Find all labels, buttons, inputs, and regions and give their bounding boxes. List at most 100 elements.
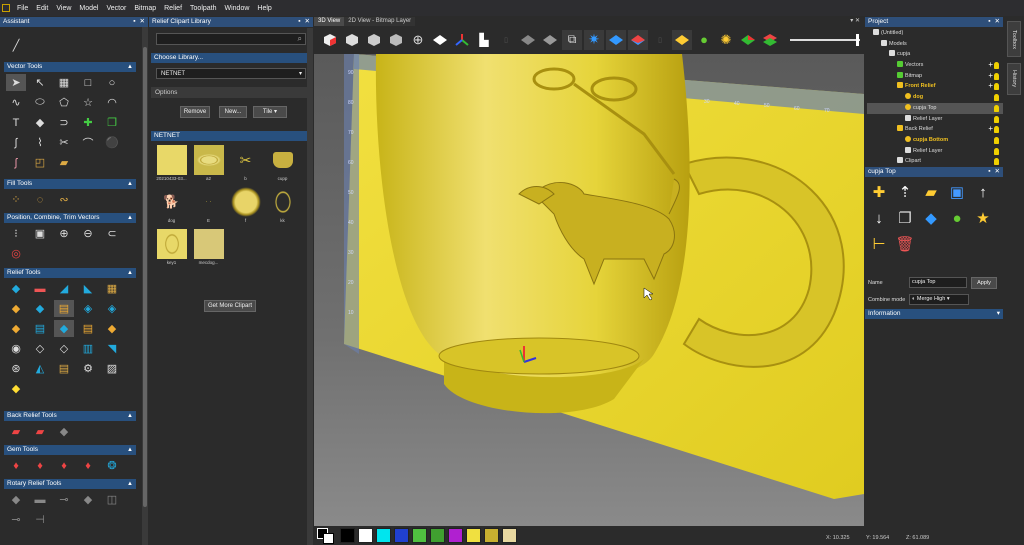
blue-star-icon[interactable]: ✷ <box>584 29 604 50</box>
section-position-combine[interactable]: Position, Combine, Trim Vectors ▲ <box>4 213 136 223</box>
view-top-icon[interactable] <box>342 30 362 50</box>
clipart-item[interactable]: key1 <box>155 229 188 269</box>
extrude-icon[interactable]: ◢ <box>54 280 74 297</box>
layers-icon[interactable]: ❐ <box>102 114 122 131</box>
trim-icon[interactable]: ⊂ <box>102 225 122 242</box>
color-swatch[interactable] <box>394 528 409 543</box>
polygon-icon[interactable]: ⬠ <box>54 94 74 111</box>
target-icon[interactable]: ◎ <box>6 245 26 262</box>
red-blue-relief-icon[interactable] <box>628 29 648 50</box>
two-rail-icon[interactable]: ◣ <box>78 280 98 297</box>
weld-icon[interactable]: ⊕ <box>54 225 74 242</box>
clipart-item[interactable]: ✂ b <box>229 145 262 185</box>
new-button[interactable]: New... <box>219 106 247 118</box>
visibility-bulb-icon[interactable] <box>994 147 999 155</box>
back-relief-c-icon[interactable]: ◆ <box>54 423 74 440</box>
tab-history[interactable]: History <box>1007 63 1021 95</box>
color-swatch[interactable] <box>340 528 355 543</box>
color-swatch[interactable] <box>466 528 481 543</box>
layered-relief-icon[interactable] <box>760 30 780 50</box>
choose-library-header[interactable]: Choose Library... <box>151 53 309 63</box>
add-icon[interactable]: + <box>988 124 993 135</box>
tree-item[interactable]: cupja Bottom <box>867 135 1003 146</box>
relief-add-icon[interactable]: ◆ <box>30 300 50 317</box>
zoom-slider[interactable] <box>790 30 862 50</box>
text-icon[interactable]: T <box>6 114 26 131</box>
spiral-icon[interactable]: ʃ <box>6 154 26 171</box>
clipart-item[interactable]: cupp <box>266 145 299 185</box>
section-relief-tools[interactable]: Relief Tools ▲ <box>4 268 136 278</box>
relief-weave-icon[interactable]: ▨ <box>102 360 122 377</box>
tree-item[interactable]: Back Relief + <box>867 124 1003 135</box>
gem-c-icon[interactable]: ♦ <box>54 457 74 474</box>
color-swatch[interactable] <box>448 528 463 543</box>
close-icon[interactable]: ✕ <box>995 17 1000 27</box>
relief-clipart-icon[interactable]: ▤ <box>54 300 74 317</box>
3d-canvas[interactable]: 10 20 30 40 50 60 70 90 80 70 60 50 40 3… <box>314 54 864 526</box>
arc-icon[interactable]: ◠ <box>102 94 122 111</box>
menu-edit[interactable]: Edit <box>32 5 52 12</box>
section-fill-tools[interactable]: Fill Tools ▲ <box>4 179 136 189</box>
tab-toolbox[interactable]: Toolbox <box>1007 21 1021 57</box>
pin-icon[interactable]: ▪ <box>988 167 990 177</box>
vector-from-bitmap-icon[interactable]: ◆ <box>30 114 50 131</box>
shape-editor-icon[interactable]: ◆ <box>6 280 26 297</box>
arrow-down-icon[interactable]: ↓ <box>869 208 889 228</box>
tree-item[interactable]: (Untitled) <box>867 28 1003 39</box>
close-view-icon[interactable]: ▾ ✕ <box>846 17 864 26</box>
eraser-icon[interactable]: ▬ <box>30 280 50 297</box>
open-folder-icon[interactable]: ▰ <box>921 182 941 202</box>
rotary-d-icon[interactable]: ◆ <box>78 491 98 508</box>
relief-spin-icon[interactable]: ◇ <box>54 340 74 357</box>
menu-bitmap[interactable]: Bitmap <box>130 5 160 12</box>
menu-vector[interactable]: Vector <box>102 5 130 12</box>
gold-relief-icon[interactable] <box>672 29 692 50</box>
clipart-item[interactable]: 🐕 dog <box>155 187 188 227</box>
relief-gear-icon[interactable]: ⚙ <box>78 360 98 377</box>
color-swatch[interactable] <box>430 528 445 543</box>
visibility-bulb-icon[interactable] <box>994 72 999 80</box>
relief-wrap-icon[interactable]: ◇ <box>30 340 50 357</box>
tree-item[interactable]: Relief Layer <box>867 114 1003 125</box>
tree-item[interactable]: Bitmap + <box>867 71 1003 82</box>
axes-icon[interactable] <box>452 30 472 50</box>
fill-path-icon[interactable]: ∾ <box>54 191 74 208</box>
menu-file[interactable]: File <box>13 5 32 12</box>
section-vector-tools[interactable]: Vector Tools ▲ <box>4 62 136 72</box>
visibility-bulb-icon[interactable] <box>994 62 999 70</box>
tree-item[interactable]: Relief Layer <box>867 146 1003 157</box>
zoom-icon[interactable]: ⊕ <box>408 30 428 50</box>
star-properties-icon[interactable]: ★ <box>973 208 993 228</box>
relief-flip-icon[interactable]: ◭ <box>30 360 50 377</box>
star-icon[interactable]: ☆ <box>78 94 98 111</box>
green-component-icon[interactable]: ● <box>947 208 967 228</box>
view-side-icon[interactable] <box>386 30 406 50</box>
origin-icon[interactable]: ▙ <box>474 30 494 50</box>
netnet-folder-header[interactable]: NETNET <box>151 131 309 141</box>
gem-b-icon[interactable]: ♦ <box>30 457 50 474</box>
relief-scale-icon[interactable]: ◆ <box>6 320 26 337</box>
add-icon[interactable]: + <box>988 60 993 71</box>
color-swatch[interactable] <box>412 528 427 543</box>
visibility-bulb-icon[interactable] <box>994 94 999 102</box>
relief-view-icon[interactable]: ◉ <box>6 340 26 357</box>
add-icon[interactable]: + <box>988 81 993 92</box>
fg-bg-swatch[interactable] <box>317 527 337 544</box>
clipart-item[interactable]: mecdog... <box>192 229 225 269</box>
rotary-a-icon[interactable]: ◆ <box>6 491 26 508</box>
visibility-bulb-icon[interactable] <box>994 136 999 144</box>
gem-e-icon[interactable]: ❂ <box>102 457 122 474</box>
gem-d-icon[interactable]: ♦ <box>78 457 98 474</box>
visibility-bulb-icon[interactable] <box>994 104 999 112</box>
relief-smooth-icon[interactable]: ◆ <box>54 320 74 337</box>
view-iso-icon[interactable] <box>320 30 340 50</box>
search-icon[interactable]: ⌕ <box>298 34 302 44</box>
relief-offset-icon[interactable]: ▤ <box>30 320 50 337</box>
color-swatch[interactable] <box>484 528 499 543</box>
relief-stack-icon[interactable]: ▤ <box>54 360 74 377</box>
clipart-item[interactable]: f <box>229 187 262 227</box>
draw-line-icon[interactable]: ╱ <box>6 37 26 54</box>
options-header[interactable]: Options <box>151 87 309 98</box>
relief-layer-icon[interactable]: ▥ <box>78 340 98 357</box>
gem-a-icon[interactable]: ♦ <box>6 457 26 474</box>
